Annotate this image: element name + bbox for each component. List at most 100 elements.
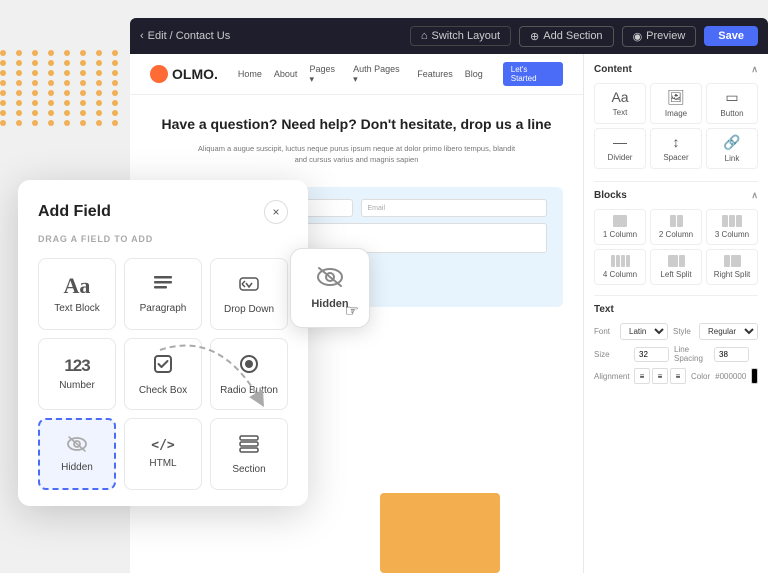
content-item-text[interactable]: Aa Text bbox=[594, 83, 646, 124]
link-icon: 🔗 bbox=[723, 134, 740, 151]
hidden-field-icon bbox=[66, 436, 88, 456]
content-item-link[interactable]: 🔗 Link bbox=[706, 128, 758, 169]
save-button[interactable]: Save bbox=[704, 26, 758, 46]
style-label: Style bbox=[673, 327, 694, 336]
panel-divider-2 bbox=[594, 295, 758, 296]
panel-divider bbox=[594, 181, 758, 182]
preview-navbar: OLMO. Home About Pages ▾ Auth Pages ▾ Fe… bbox=[130, 54, 583, 95]
check-box-icon bbox=[152, 353, 174, 379]
align-right-button[interactable]: ≡ bbox=[670, 368, 686, 384]
style-select[interactable]: Regular bbox=[699, 323, 758, 340]
hero-heading: Have a question? Need help? Don't hesita… bbox=[160, 115, 553, 135]
home-icon: ⌂ bbox=[421, 30, 428, 42]
add-field-modal: Add Field × DRAG A FIELD TO ADD Aa Text … bbox=[18, 180, 308, 506]
paragraph-label: Paragraph bbox=[140, 303, 187, 314]
color-swatch[interactable] bbox=[751, 368, 758, 384]
field-section[interactable]: Section bbox=[210, 418, 288, 490]
modal-header: Add Field × bbox=[38, 200, 288, 224]
align-center-button[interactable]: ≡ bbox=[652, 368, 668, 384]
paragraph-icon bbox=[152, 274, 174, 297]
hidden-badge-label: Hidden bbox=[311, 298, 348, 310]
line-spacing-input[interactable] bbox=[714, 347, 749, 362]
preview-button[interactable]: ◉ Preview bbox=[622, 26, 697, 47]
content-item-spacer[interactable]: ↕ Spacer bbox=[650, 128, 702, 169]
modal-title: Add Field bbox=[38, 203, 111, 221]
number-icon: 123 bbox=[64, 357, 89, 374]
fields-grid: Aa Text Block Paragraph bbox=[38, 258, 288, 490]
field-radio-button[interactable]: Radio Button bbox=[210, 338, 288, 410]
divider-icon: — bbox=[613, 134, 627, 150]
blocks-section: Blocks ∧ 1 Column 2 Column 3 Column 4 Co… bbox=[594, 190, 758, 285]
block-2-column[interactable]: 2 Column bbox=[650, 209, 702, 245]
close-icon: × bbox=[272, 205, 279, 219]
block-1-column[interactable]: 1 Column bbox=[594, 209, 646, 245]
text-block-label: Text Block bbox=[54, 303, 100, 314]
html-label: HTML bbox=[149, 458, 176, 469]
drop-down-icon bbox=[238, 274, 260, 298]
size-input[interactable] bbox=[634, 347, 669, 362]
radio-button-label: Radio Button bbox=[220, 385, 278, 396]
field-number[interactable]: 123 Number bbox=[38, 338, 116, 410]
text-icon: Aa bbox=[611, 89, 628, 105]
preview-cta[interactable]: Let's Started bbox=[503, 62, 563, 86]
alignment-buttons: ≡ ≡ ≡ bbox=[634, 368, 686, 384]
font-select[interactable]: Latin bbox=[620, 323, 668, 340]
button-icon: ▭ bbox=[725, 89, 738, 106]
text-section: Text Font Latin Style Regular Size Line … bbox=[594, 304, 758, 384]
hidden-label: Hidden bbox=[61, 462, 93, 473]
number-label: Number bbox=[59, 380, 95, 391]
field-check-box[interactable]: Check Box bbox=[124, 338, 202, 410]
section-icon bbox=[238, 434, 260, 458]
field-text-block[interactable]: Aa Text Block bbox=[38, 258, 116, 330]
content-item-button[interactable]: ▭ Button bbox=[706, 83, 758, 124]
text-controls: Font Latin Style Regular Size Line Spaci… bbox=[594, 323, 758, 384]
block-3-column[interactable]: 3 Column bbox=[706, 209, 758, 245]
content-item-divider[interactable]: — Divider bbox=[594, 128, 646, 169]
content-item-image[interactable]: 🖼 Image bbox=[650, 83, 702, 124]
modal-subtitle: DRAG A FIELD TO ADD bbox=[38, 234, 288, 244]
section-label: Section bbox=[232, 464, 265, 475]
switch-layout-button[interactable]: ⌂ Switch Layout bbox=[410, 26, 511, 46]
hero-body: Aliquam a augue suscipit, luctus neque p… bbox=[197, 143, 517, 166]
text-block-icon: Aa bbox=[64, 275, 91, 297]
block-right-split[interactable]: Right Split bbox=[706, 249, 758, 285]
color-label: Color bbox=[691, 372, 710, 381]
blocks-section-title: Blocks ∧ bbox=[594, 190, 758, 201]
preview-logo: OLMO. bbox=[150, 65, 218, 83]
preview-hero: Have a question? Need help? Don't hesita… bbox=[130, 95, 583, 187]
blocks-chevron-icon: ∧ bbox=[751, 190, 758, 201]
modal-close-button[interactable]: × bbox=[264, 200, 288, 224]
spacer-icon: ↕ bbox=[673, 134, 680, 150]
decorative-orange-box bbox=[380, 493, 500, 573]
content-section-title: Content ∧ bbox=[594, 64, 758, 75]
line-spacing-label: Line Spacing bbox=[674, 345, 709, 363]
image-icon: 🖼 bbox=[667, 89, 685, 106]
preview-nav-links: Home About Pages ▾ Auth Pages ▾ Features… bbox=[238, 64, 483, 85]
blocks-grid: 1 Column 2 Column 3 Column 4 Column Left… bbox=[594, 209, 758, 285]
hidden-drag-badge: Hidden ☞ bbox=[290, 248, 370, 328]
logo-icon bbox=[150, 65, 168, 83]
field-html[interactable]: </> HTML bbox=[124, 418, 202, 490]
field-paragraph[interactable]: Paragraph bbox=[124, 258, 202, 330]
content-grid: Aa Text 🖼 Image ▭ Button — Divider ↕ Spa… bbox=[594, 83, 758, 169]
block-4-column[interactable]: 4 Column bbox=[594, 249, 646, 285]
back-button[interactable]: ‹ Edit / Contact Us bbox=[140, 30, 230, 42]
right-panel: Content ∧ Aa Text 🖼 Image ▭ Button — Div… bbox=[583, 54, 768, 573]
add-section-button[interactable]: ⊕ Add Section bbox=[519, 26, 614, 47]
top-bar: ‹ Edit / Contact Us ⌂ Switch Layout ⊕ Ad… bbox=[130, 18, 768, 54]
field-hidden[interactable]: Hidden bbox=[38, 418, 116, 490]
plus-icon: ⊕ bbox=[530, 30, 539, 43]
eye-icon: ◉ bbox=[633, 30, 643, 43]
alignment-label: Alignment bbox=[594, 372, 629, 381]
block-left-split[interactable]: Left Split bbox=[650, 249, 702, 285]
hidden-badge-icon bbox=[315, 266, 345, 294]
drop-down-label: Drop Down bbox=[224, 304, 274, 315]
font-label: Font bbox=[594, 327, 615, 336]
size-label: Size bbox=[594, 350, 629, 359]
check-box-label: Check Box bbox=[139, 385, 187, 396]
align-left-button[interactable]: ≡ bbox=[634, 368, 650, 384]
content-chevron-icon: ∧ bbox=[751, 64, 758, 75]
field-drop-down[interactable]: Drop Down bbox=[210, 258, 288, 330]
form-email-field[interactable]: Email bbox=[361, 199, 548, 217]
cursor-icon: ☞ bbox=[345, 301, 359, 321]
